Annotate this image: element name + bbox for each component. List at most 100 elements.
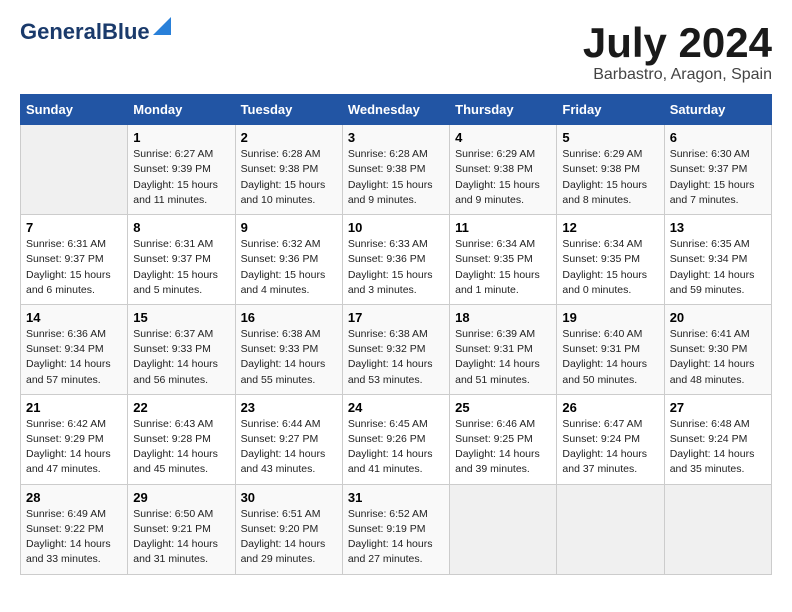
- calendar-cell: 13 Sunrise: 6:35 AMSunset: 9:34 PMDayligh…: [664, 215, 771, 305]
- calendar-cell: 25Sunrise: 6:46 AMSunset: 9:25 PMDayligh…: [450, 394, 557, 484]
- day-number: 3: [348, 130, 444, 145]
- calendar-cell: 23 Sunrise: 6:44 AMSunset: 9:27 PMDayligh…: [235, 394, 342, 484]
- day-number: 7: [26, 220, 122, 235]
- calendar-cell: 30Sunrise: 6:51 AMSunset: 9:20 PMDayligh…: [235, 484, 342, 574]
- calendar-cell: 5 Sunrise: 6:29 AMSunset: 9:38 PMDaylight…: [557, 125, 664, 215]
- calendar-cell: 19 Sunrise: 6:40 AMSunset: 9:31 PMDayligh…: [557, 304, 664, 394]
- day-number: 20: [670, 310, 766, 325]
- day-info: Sunrise: 6:44 AMSunset: 9:27 PMDaylight:…: [241, 417, 337, 478]
- day-info: Sunrise: 6:35 AMSunset: 9:34 PMDaylight:…: [670, 237, 766, 298]
- day-number: 31: [348, 490, 444, 505]
- calendar-cell: 17 Sunrise: 6:38 AMSunset: 9:32 PMDayligh…: [342, 304, 449, 394]
- calendar-cell: 2 Sunrise: 6:28 AMSunset: 9:38 PMDaylight…: [235, 125, 342, 215]
- day-info: Sunrise: 6:37 AMSunset: 9:33 PMDaylight:…: [133, 327, 229, 388]
- day-number: 4: [455, 130, 551, 145]
- calendar-cell: 4Sunrise: 6:29 AMSunset: 9:38 PMDaylight…: [450, 125, 557, 215]
- day-number: 2: [241, 130, 337, 145]
- calendar-cell: 20 Sunrise: 6:41 AMSunset: 9:30 PMDayligh…: [664, 304, 771, 394]
- day-number: 8: [133, 220, 229, 235]
- weekday-header-friday: Friday: [557, 95, 664, 125]
- day-info: Sunrise: 6:36 AMSunset: 9:34 PMDaylight:…: [26, 327, 122, 388]
- day-number: 23: [241, 400, 337, 415]
- day-info: Sunrise: 6:29 AMSunset: 9:38 PMDaylight:…: [562, 147, 658, 208]
- day-info: Sunrise: 6:49 AMSunset: 9:22 PMDaylight:…: [26, 507, 122, 568]
- day-info: Sunrise: 6:45 AMSunset: 9:26 PMDaylight:…: [348, 417, 444, 478]
- title-block: July 2024 Barbastro, Aragon, Spain: [583, 20, 772, 84]
- calendar-cell: [21, 125, 128, 215]
- calendar-title: July 2024: [583, 20, 772, 66]
- weekday-header-saturday: Saturday: [664, 95, 771, 125]
- day-info: Sunrise: 6:38 AMSunset: 9:33 PMDaylight:…: [241, 327, 337, 388]
- weekday-header-thursday: Thursday: [450, 95, 557, 125]
- day-number: 15: [133, 310, 229, 325]
- logo-blue: Blue: [102, 20, 150, 44]
- day-info: Sunrise: 6:42 AMSunset: 9:29 PMDaylight:…: [26, 417, 122, 478]
- calendar-cell: 1 Sunrise: 6:27 AMSunset: 9:39 PMDaylight…: [128, 125, 235, 215]
- day-info: Sunrise: 6:27 AMSunset: 9:39 PMDaylight:…: [133, 147, 229, 208]
- calendar-cell: 10 Sunrise: 6:33 AMSunset: 9:36 PMDayligh…: [342, 215, 449, 305]
- day-number: 12: [562, 220, 658, 235]
- day-number: 19: [562, 310, 658, 325]
- day-number: 28: [26, 490, 122, 505]
- weekday-header-tuesday: Tuesday: [235, 95, 342, 125]
- calendar-cell: 18 Sunrise: 6:39 AMSunset: 9:31 PMDayligh…: [450, 304, 557, 394]
- day-info: Sunrise: 6:51 AMSunset: 9:20 PMDaylight:…: [241, 507, 337, 568]
- day-number: 17: [348, 310, 444, 325]
- calendar-cell: 11Sunrise: 6:34 AMSunset: 9:35 PMDayligh…: [450, 215, 557, 305]
- calendar-cell: 26Sunrise: 6:47 AMSunset: 9:24 PMDayligh…: [557, 394, 664, 484]
- calendar-cell: 6 Sunrise: 6:30 AMSunset: 9:37 PMDaylight…: [664, 125, 771, 215]
- day-info: Sunrise: 6:31 AMSunset: 9:37 PMDaylight:…: [133, 237, 229, 298]
- calendar-cell: 3 Sunrise: 6:28 AMSunset: 9:38 PMDaylight…: [342, 125, 449, 215]
- day-number: 10: [348, 220, 444, 235]
- day-info: Sunrise: 6:38 AMSunset: 9:32 PMDaylight:…: [348, 327, 444, 388]
- calendar-cell: 27 Sunrise: 6:48 AMSunset: 9:24 PMDayligh…: [664, 394, 771, 484]
- weekday-header-monday: Monday: [128, 95, 235, 125]
- day-number: 9: [241, 220, 337, 235]
- day-info: Sunrise: 6:34 AMSunset: 9:35 PMDaylight:…: [562, 237, 658, 298]
- day-info: Sunrise: 6:40 AMSunset: 9:31 PMDaylight:…: [562, 327, 658, 388]
- calendar-cell: 31 Sunrise: 6:52 AMSunset: 9:19 PMDayligh…: [342, 484, 449, 574]
- calendar-cell: 12 Sunrise: 6:34 AMSunset: 9:35 PMDayligh…: [557, 215, 664, 305]
- day-number: 16: [241, 310, 337, 325]
- calendar-cell: 15 Sunrise: 6:37 AMSunset: 9:33 PMDayligh…: [128, 304, 235, 394]
- calendar-cell: 22 Sunrise: 6:43 AMSunset: 9:28 PMDayligh…: [128, 394, 235, 484]
- calendar-cell: 7Sunrise: 6:31 AMSunset: 9:37 PMDaylight…: [21, 215, 128, 305]
- day-info: Sunrise: 6:48 AMSunset: 9:24 PMDaylight:…: [670, 417, 766, 478]
- calendar-cell: 8 Sunrise: 6:31 AMSunset: 9:37 PMDaylight…: [128, 215, 235, 305]
- calendar-cell: [557, 484, 664, 574]
- day-number: 5: [562, 130, 658, 145]
- calendar-location: Barbastro, Aragon, Spain: [583, 66, 772, 84]
- day-number: 13: [670, 220, 766, 235]
- logo-general: General: [20, 20, 102, 44]
- day-info: Sunrise: 6:30 AMSunset: 9:37 PMDaylight:…: [670, 147, 766, 208]
- day-info: Sunrise: 6:32 AMSunset: 9:36 PMDaylight:…: [241, 237, 337, 298]
- day-info: Sunrise: 6:34 AMSunset: 9:35 PMDaylight:…: [455, 237, 551, 298]
- weekday-header-sunday: Sunday: [21, 95, 128, 125]
- calendar-cell: 16 Sunrise: 6:38 AMSunset: 9:33 PMDayligh…: [235, 304, 342, 394]
- calendar-table: SundayMondayTuesdayWednesdayThursdayFrid…: [20, 94, 772, 574]
- day-info: Sunrise: 6:46 AMSunset: 9:25 PMDaylight:…: [455, 417, 551, 478]
- day-number: 6: [670, 130, 766, 145]
- day-number: 26: [562, 400, 658, 415]
- day-info: Sunrise: 6:43 AMSunset: 9:28 PMDaylight:…: [133, 417, 229, 478]
- day-number: 21: [26, 400, 122, 415]
- day-info: Sunrise: 6:33 AMSunset: 9:36 PMDaylight:…: [348, 237, 444, 298]
- day-number: 18: [455, 310, 551, 325]
- calendar-cell: 21 Sunrise: 6:42 AMSunset: 9:29 PMDayligh…: [21, 394, 128, 484]
- day-number: 22: [133, 400, 229, 415]
- day-number: 24: [348, 400, 444, 415]
- day-number: 29: [133, 490, 229, 505]
- day-info: Sunrise: 6:52 AMSunset: 9:19 PMDaylight:…: [348, 507, 444, 568]
- day-info: Sunrise: 6:41 AMSunset: 9:30 PMDaylight:…: [670, 327, 766, 388]
- logo: General Blue: [20, 20, 171, 44]
- calendar-cell: [664, 484, 771, 574]
- day-info: Sunrise: 6:28 AMSunset: 9:38 PMDaylight:…: [241, 147, 337, 208]
- page-header: General Blue July 2024 Barbastro, Aragon…: [20, 20, 772, 84]
- day-number: 27: [670, 400, 766, 415]
- day-info: Sunrise: 6:39 AMSunset: 9:31 PMDaylight:…: [455, 327, 551, 388]
- logo-arrow-icon: [153, 17, 171, 35]
- day-number: 1: [133, 130, 229, 145]
- calendar-cell: 9 Sunrise: 6:32 AMSunset: 9:36 PMDaylight…: [235, 215, 342, 305]
- calendar-cell: 28 Sunrise: 6:49 AMSunset: 9:22 PMDayligh…: [21, 484, 128, 574]
- day-info: Sunrise: 6:28 AMSunset: 9:38 PMDaylight:…: [348, 147, 444, 208]
